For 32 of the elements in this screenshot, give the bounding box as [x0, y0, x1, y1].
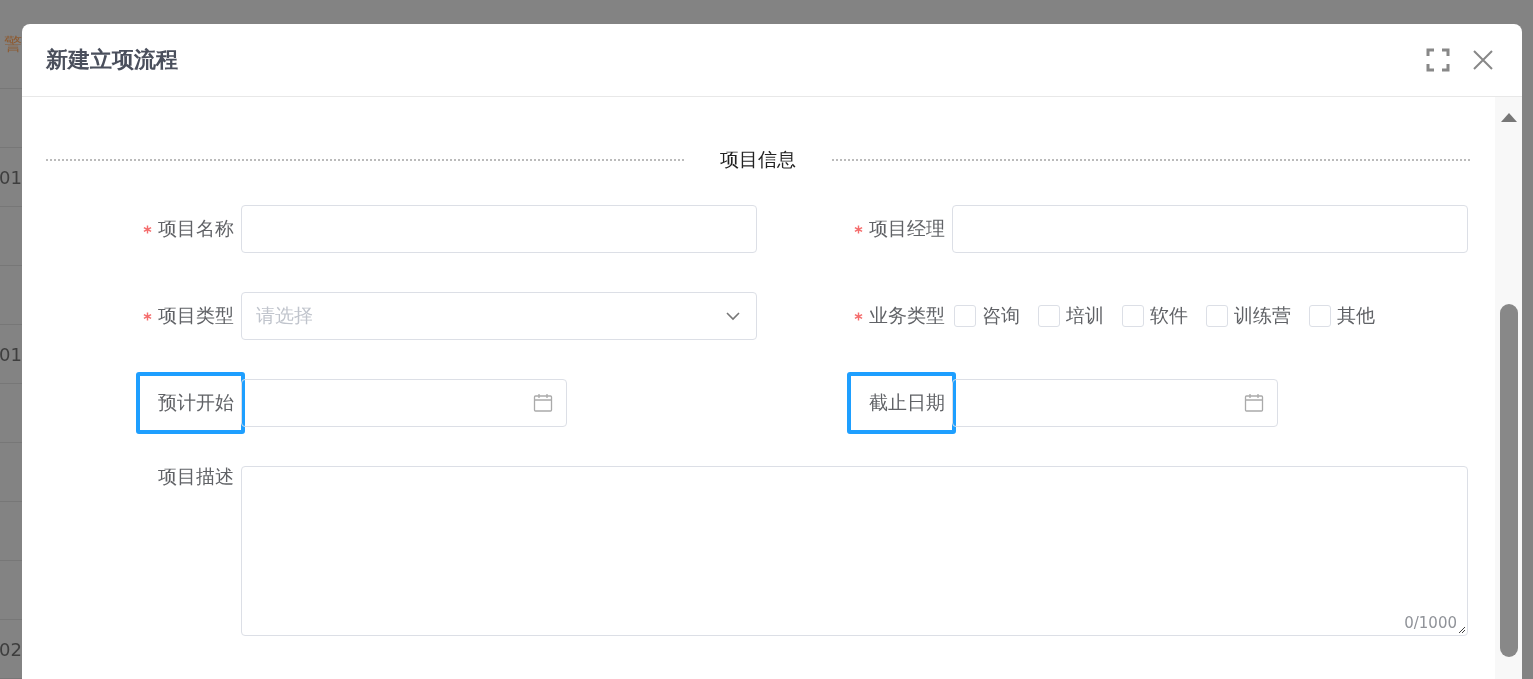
background-table-text: 02	[0, 638, 22, 660]
checkbox-option[interactable]: 训练营	[1206, 303, 1291, 329]
checkbox-option[interactable]: 软件	[1122, 303, 1188, 329]
background-table-text: 警	[4, 32, 22, 56]
field-label: 业务类型	[869, 303, 945, 328]
checkbox-option[interactable]: 其他	[1309, 303, 1375, 329]
field-label: 项目描述	[158, 464, 234, 489]
field-label: 截止日期	[869, 390, 945, 415]
scrollbar-thumb[interactable]	[1499, 304, 1518, 657]
scroll-up-arrow-icon[interactable]	[1499, 111, 1518, 123]
section-title: 项目信息	[720, 147, 796, 172]
dialog-title: 新建立项流程	[46, 46, 179, 74]
date-picker-field[interactable]	[952, 379, 1278, 427]
calendar-icon	[1244, 393, 1264, 413]
field-label: 项目类型	[158, 303, 234, 328]
date-picker-field[interactable]	[241, 379, 567, 427]
close-icon[interactable]	[1472, 49, 1494, 71]
field-label: 预计开始	[158, 390, 234, 415]
calendar-icon	[533, 393, 553, 413]
character-counter: 0/1000	[1404, 614, 1457, 632]
field-label: 项目经理	[869, 216, 945, 241]
checkbox-option[interactable]: 培训	[1038, 303, 1104, 329]
fullscreen-icon[interactable]	[1426, 48, 1450, 72]
text-input-field[interactable]	[952, 205, 1468, 253]
background-table-text: 01	[0, 343, 22, 365]
text-input-field[interactable]	[241, 205, 757, 253]
chevron-down-icon	[726, 311, 740, 321]
checkbox-option[interactable]: 咨询	[954, 303, 1020, 329]
textarea-field[interactable]: 0/1000	[241, 466, 1468, 636]
field-label: 项目名称	[158, 216, 234, 241]
background-table-text: 01	[0, 166, 22, 188]
resize-handle-icon[interactable]	[1458, 626, 1466, 634]
